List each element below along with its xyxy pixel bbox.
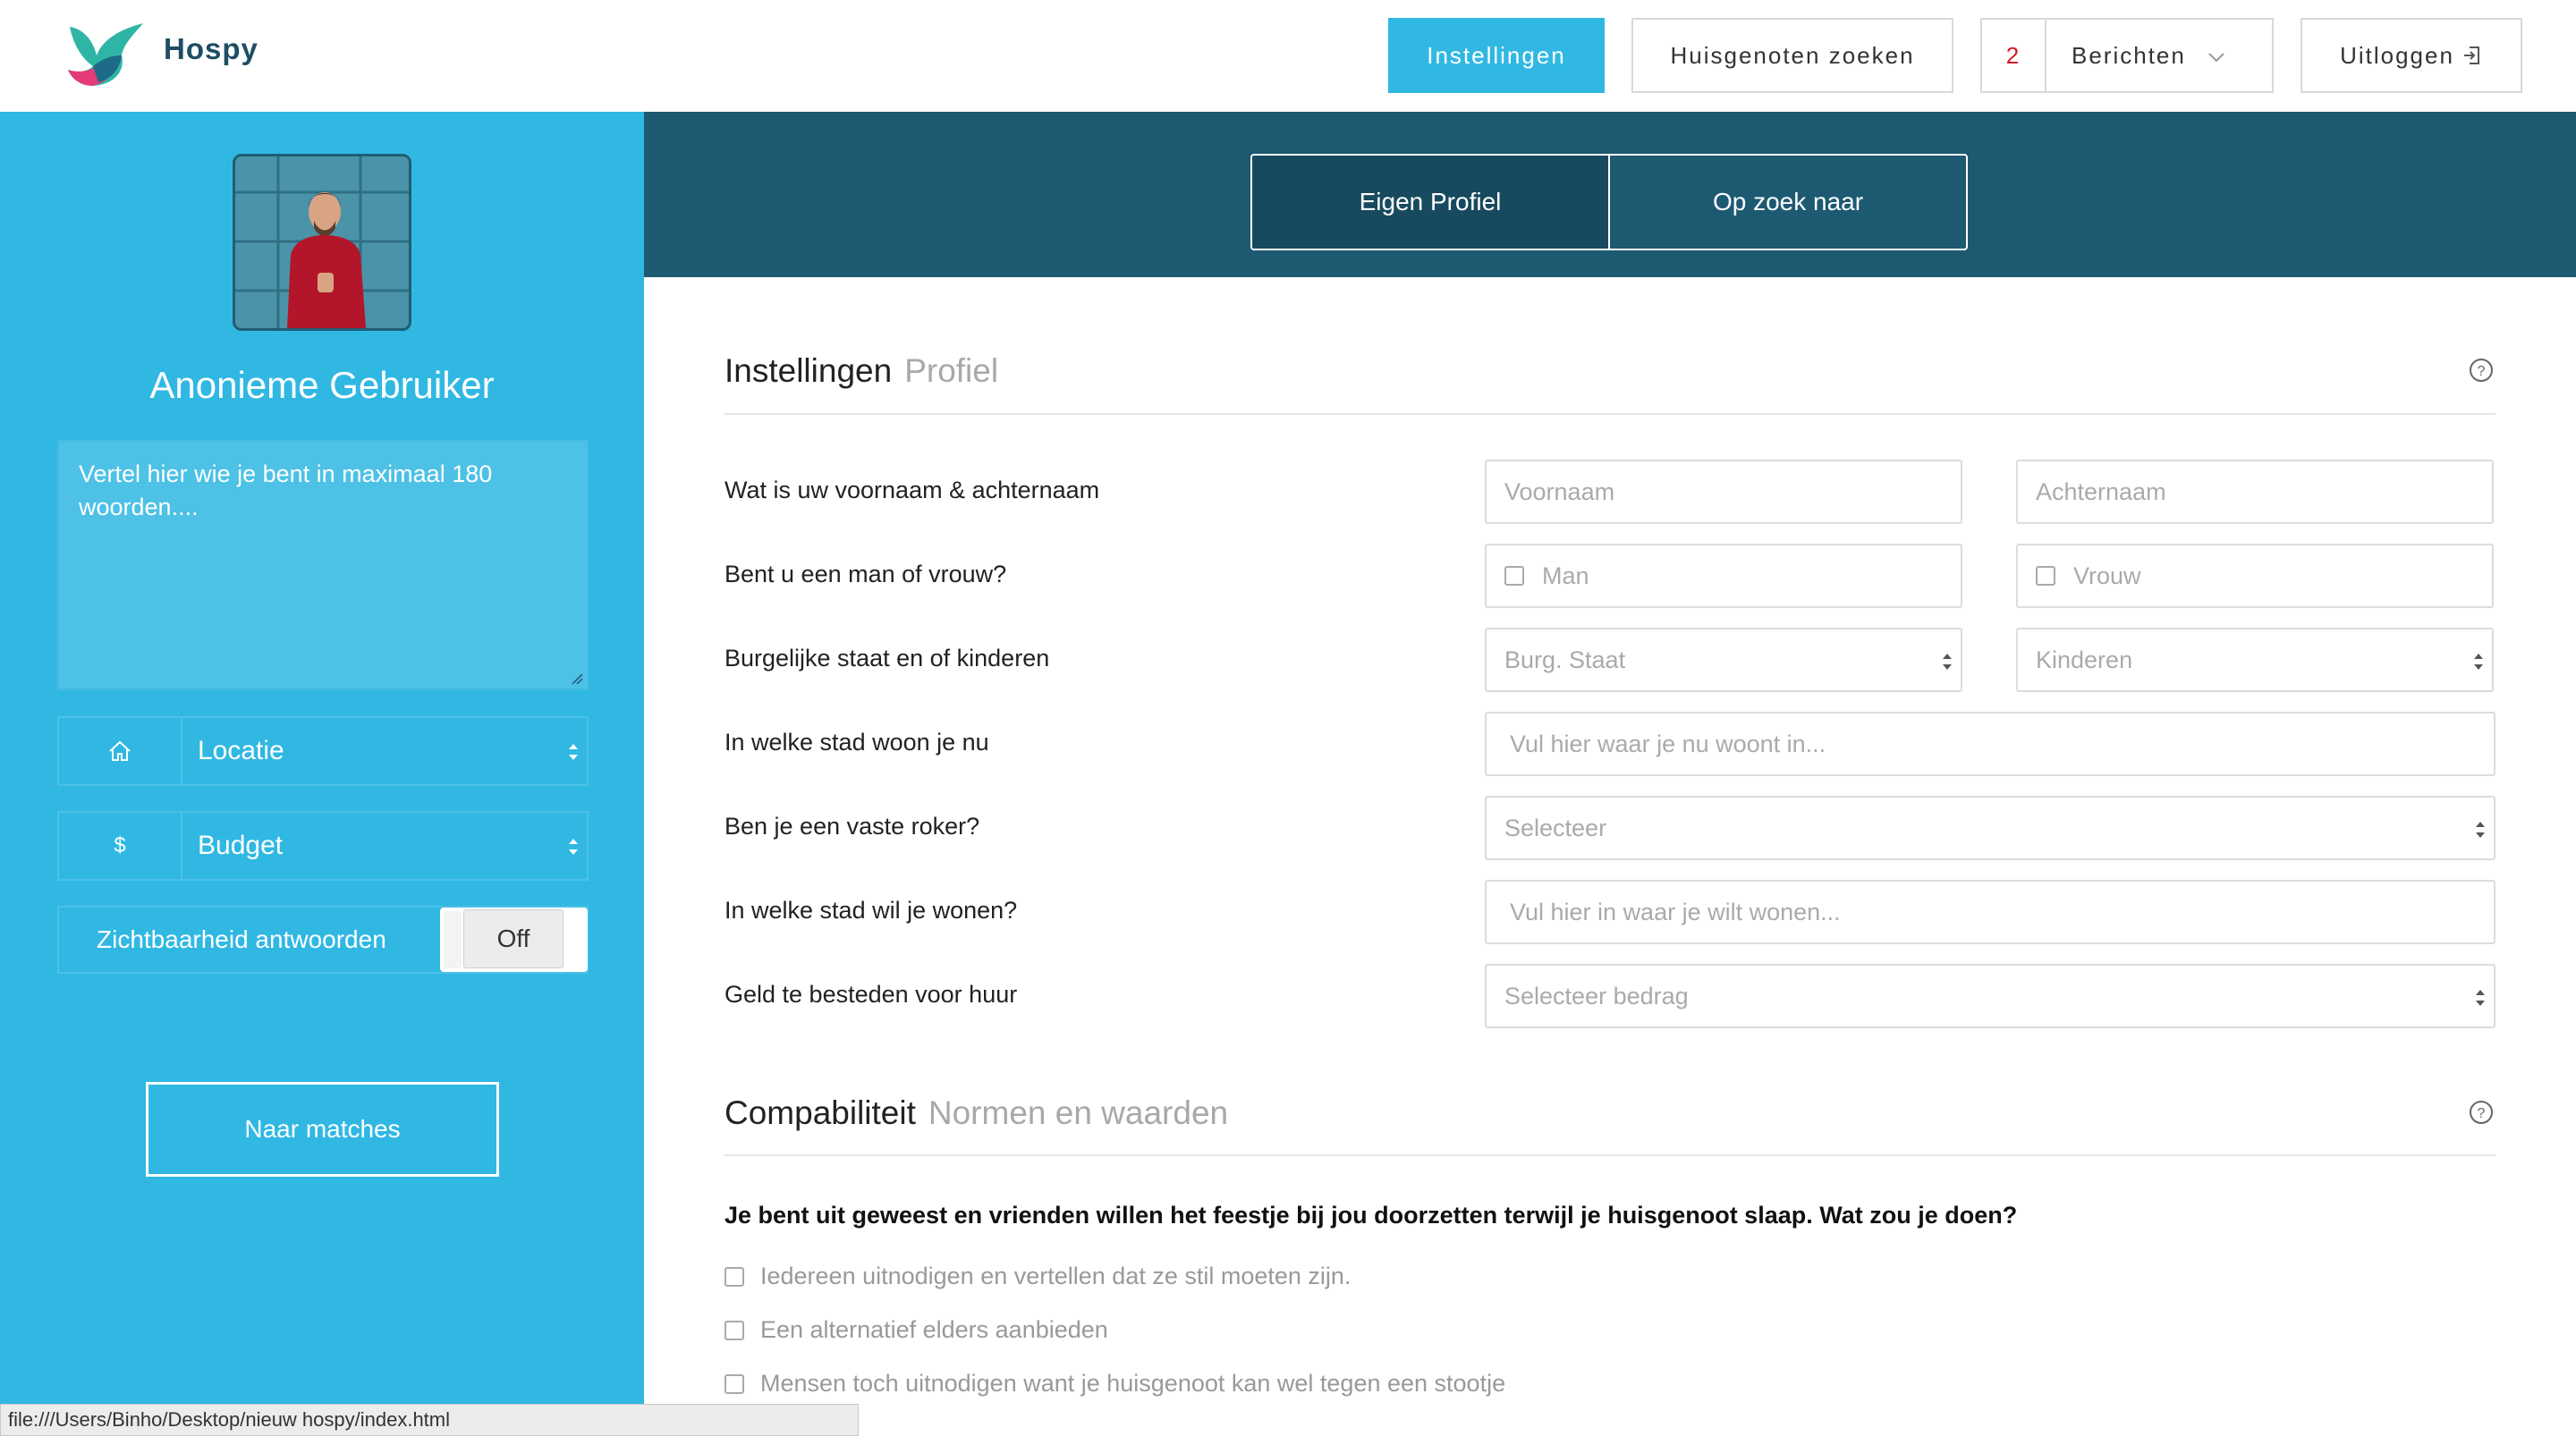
- messages-count-badge: 2: [1982, 20, 2046, 91]
- question-name: Wat is uw voornaam & achternaam: [724, 477, 1100, 503]
- toggle-state: Off: [463, 909, 564, 968]
- question-marital: Burgelijke staat en of kinderen: [724, 645, 1050, 672]
- question-desired-city: In welke stad wil je wonen?: [724, 897, 1018, 924]
- select-arrows-icon: [2476, 990, 2485, 1006]
- children-select[interactable]: Kinderen: [2016, 628, 2494, 692]
- woman-checkbox[interactable]: [2036, 566, 2055, 586]
- chevron-down-icon: [2208, 53, 2224, 63]
- location-select[interactable]: Locatie: [57, 716, 589, 786]
- question-current-city: In welke stad woon je nu: [724, 729, 989, 756]
- select-arrows-icon: [2474, 654, 2483, 670]
- select-arrows-icon: [2476, 822, 2485, 838]
- home-icon: [59, 718, 182, 784]
- section-divider: [724, 413, 2496, 415]
- bio-placeholder: Vertel hier wie je bent in maximaal 180 …: [79, 460, 493, 520]
- to-matches-button[interactable]: Naar matches: [146, 1082, 499, 1177]
- answer-label: Iedereen uitnodigen en vertellen dat ze …: [760, 1263, 1352, 1289]
- answer-checkbox[interactable]: [724, 1320, 744, 1340]
- current-city-input[interactable]: Vul hier waar je nu woont in...: [1485, 712, 2496, 776]
- user-name: Anonieme Gebruiker: [149, 364, 495, 406]
- tab-own-profile[interactable]: Eigen Profiel: [1252, 156, 1610, 249]
- profile-tabs: Eigen Profiel Op zoek naar: [1250, 154, 1968, 250]
- logout-nav-button[interactable]: Uitloggen: [2301, 18, 2522, 93]
- messages-nav-button[interactable]: 2 Berichten: [1980, 18, 2274, 93]
- tab-looking-for[interactable]: Op zoek naar: [1610, 156, 1966, 249]
- profile-sidebar: Anonieme Gebruiker Vertel hier wie je be…: [0, 112, 644, 1436]
- first-name-placeholder: Voornaam: [1504, 477, 1615, 505]
- hospy-logo-icon[interactable]: [66, 20, 147, 88]
- avatar[interactable]: [233, 154, 411, 331]
- visibility-label: Zichtbaarheid antwoorden: [97, 925, 386, 953]
- gender-woman-option[interactable]: Vrouw: [2016, 544, 2494, 608]
- settings-nav-button[interactable]: Instellingen: [1388, 18, 1605, 93]
- rent-budget-value: Selecteer bedrag: [1504, 982, 1689, 1009]
- marital-status-select[interactable]: Burg. Staat: [1485, 628, 1962, 692]
- help-icon[interactable]: ?: [2469, 1100, 2494, 1125]
- logout-label: Uitloggen: [2340, 41, 2454, 69]
- desired-city-input[interactable]: Vul hier in waar je wilt wonen...: [1485, 880, 2496, 944]
- messages-label: Berichten: [2072, 41, 2186, 69]
- budget-label: Budget: [198, 831, 284, 860]
- answer-label: Een alternatief elders aanbieden: [760, 1316, 1108, 1343]
- answer-checkbox[interactable]: [724, 1373, 744, 1394]
- first-name-input[interactable]: Voornaam: [1485, 460, 1962, 524]
- logout-icon: [2463, 46, 2479, 64]
- app-name: Hospy: [164, 32, 258, 65]
- current-city-placeholder: Vul hier waar je nu woont in...: [1510, 730, 1826, 757]
- resize-handle-icon[interactable]: [571, 672, 583, 685]
- budget-select[interactable]: $ Budget: [57, 811, 589, 881]
- settings-title: Instellingen: [724, 352, 893, 389]
- dollar-icon: $: [59, 813, 182, 879]
- question-smoker: Ben je een vaste roker?: [724, 813, 980, 840]
- man-checkbox[interactable]: [1504, 566, 1524, 586]
- rent-budget-select[interactable]: Selecteer bedrag: [1485, 964, 2496, 1028]
- help-icon[interactable]: ?: [2469, 358, 2494, 383]
- settings-section-title: Instellingen Profiel: [724, 352, 998, 390]
- bio-textarea[interactable]: Vertel hier wie je bent in maximaal 180 …: [57, 440, 589, 690]
- find-roommates-nav-button[interactable]: Huisgenoten zoeken: [1631, 18, 1953, 93]
- profile-photo: [235, 156, 409, 328]
- last-name-placeholder: Achternaam: [2036, 477, 2166, 505]
- children-value: Kinderen: [2036, 646, 2133, 673]
- answer-checkbox[interactable]: [724, 1266, 744, 1287]
- svg-text:?: ?: [2478, 364, 2486, 379]
- answer-option[interactable]: Een alternatief elders aanbieden: [724, 1316, 1108, 1344]
- answer-option[interactable]: Iedereen uitnodigen en vertellen dat ze …: [724, 1263, 1351, 1290]
- profile-tabs-band: Eigen Profiel Op zoek naar: [644, 112, 2576, 277]
- compatibility-section-title: Compabiliteit Normen en waarden: [724, 1094, 1228, 1132]
- browser-status-url: file:///Users/Binho/Desktop/nieuw hospy/…: [0, 1404, 859, 1436]
- question-rent-budget: Geld te besteden voor huur: [724, 981, 1018, 1008]
- select-arrows-icon: [569, 839, 578, 855]
- question-gender: Bent u een man of vrouw?: [724, 561, 1007, 587]
- smoker-select[interactable]: Selecteer: [1485, 796, 2496, 860]
- select-arrows-icon: [1943, 654, 1952, 670]
- visibility-setting: Zichtbaarheid antwoorden Off: [57, 906, 589, 974]
- toggle-knob: [444, 911, 462, 968]
- desired-city-placeholder: Vul hier in waar je wilt wonen...: [1510, 898, 1841, 925]
- woman-label: Vrouw: [2073, 562, 2141, 589]
- last-name-input[interactable]: Achternaam: [2016, 460, 2494, 524]
- answer-label: Mensen toch uitnodigen want je huisgenoo…: [760, 1370, 1506, 1397]
- visibility-toggle[interactable]: Off: [440, 908, 588, 972]
- settings-subtitle: Profiel: [904, 352, 999, 389]
- select-arrows-icon: [569, 744, 578, 760]
- answer-option[interactable]: Mensen toch uitnodigen want je huisgenoo…: [724, 1370, 1505, 1398]
- section-divider: [724, 1154, 2496, 1156]
- man-label: Man: [1542, 562, 1589, 589]
- location-label: Locatie: [198, 736, 284, 765]
- svg-text:?: ?: [2478, 1106, 2486, 1121]
- gender-man-option[interactable]: Man: [1485, 544, 1962, 608]
- marital-status-value: Burg. Staat: [1504, 646, 1626, 673]
- smoker-value: Selecteer: [1504, 814, 1607, 841]
- compatibility-title: Compabiliteit: [724, 1094, 916, 1131]
- compatibility-question: Je bent uit geweest en vrienden willen h…: [724, 1202, 2018, 1229]
- compatibility-subtitle: Normen en waarden: [928, 1094, 1229, 1131]
- top-navigation-bar: Hospy Instellingen Huisgenoten zoeken 2 …: [0, 0, 2576, 112]
